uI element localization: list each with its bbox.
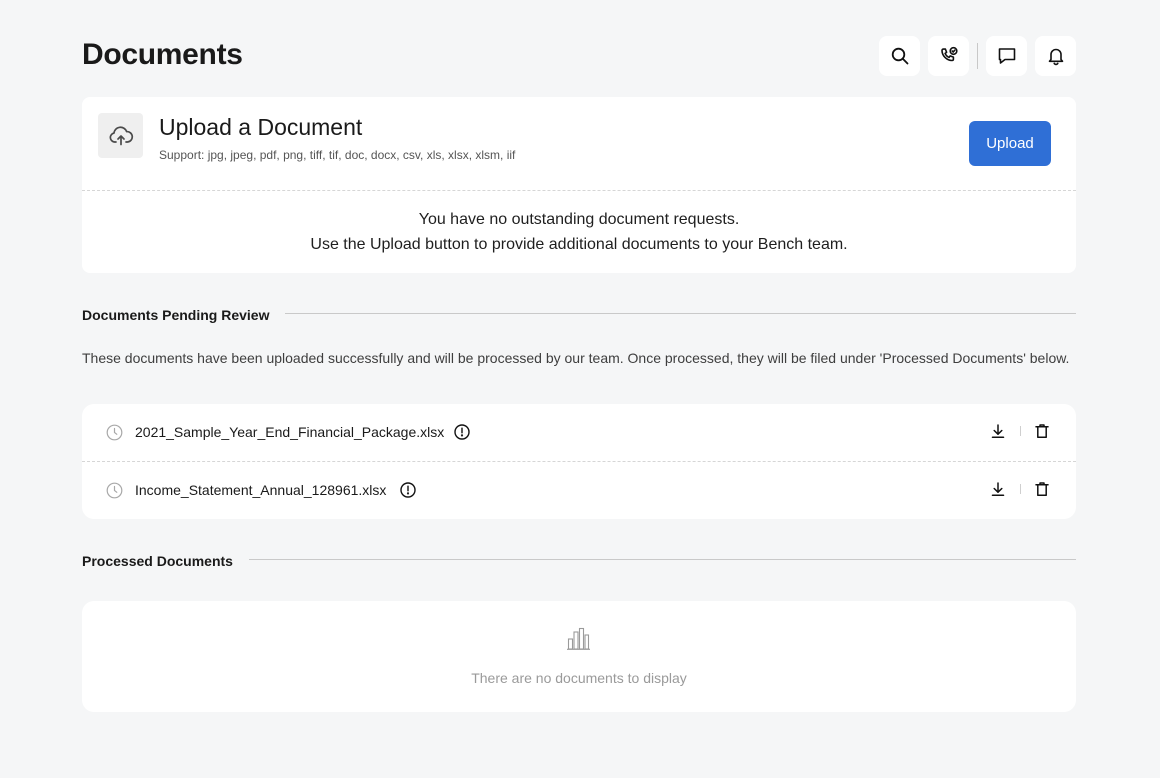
upload-header: Upload a Document Support: jpg, jpeg, pd…: [82, 97, 1076, 191]
header-divider: [977, 43, 978, 69]
clock-icon: [106, 424, 123, 441]
upload-message: You have no outstanding document request…: [82, 207, 1076, 257]
processed-empty-state: There are no documents to display: [82, 601, 1076, 712]
phone-call-icon: [940, 46, 958, 62]
page-title: Documents: [82, 38, 243, 71]
processed-section-rule: [245, 559, 1076, 560]
upload-message-line2: Use the Upload button to provide additio…: [310, 236, 848, 253]
empty-state-text: There are no documents to display: [471, 670, 687, 686]
row-actions: [990, 423, 1050, 439]
pending-section-rule: [282, 313, 1076, 314]
search-button[interactable]: [879, 36, 920, 76]
upload-message-line1: You have no outstanding document request…: [418, 211, 740, 228]
bell-icon: [1048, 48, 1063, 66]
download-icon[interactable]: [990, 481, 1006, 497]
bar-chart-icon: [567, 627, 590, 650]
row-actions: [990, 481, 1050, 497]
pending-files-list: 2021_Sample_Year_End_Financial_Package.x…: [82, 404, 1076, 519]
upload-icon-box: [98, 113, 143, 158]
upload-button[interactable]: Upload: [969, 121, 1051, 166]
chat-icon: [998, 48, 1015, 64]
list-item: 2021_Sample_Year_End_Financial_Package.x…: [82, 404, 1076, 461]
file-name[interactable]: Income_Statement_Annual_128961.xlsx: [135, 481, 386, 499]
download-icon[interactable]: [990, 423, 1006, 439]
trash-icon[interactable]: [1034, 481, 1050, 497]
call-button[interactable]: [928, 36, 969, 76]
upload-title: Upload a Document: [159, 114, 363, 140]
trash-icon[interactable]: [1034, 423, 1050, 439]
upload-divider: [82, 190, 1076, 191]
notifications-button[interactable]: [1035, 36, 1076, 76]
upload-support-formats: Support: jpg, jpeg, pdf, png, tiff, tif,…: [159, 148, 516, 162]
actions-separator: [1020, 426, 1021, 436]
pending-section-title: Documents Pending Review: [82, 306, 286, 324]
upload-card: Upload a Document Support: jpg, jpeg, pd…: [82, 97, 1076, 273]
info-icon[interactable]: [454, 424, 470, 440]
cloud-upload-icon: [109, 125, 133, 145]
pending-description: These documents have been uploaded succe…: [82, 350, 1070, 366]
chat-button[interactable]: [986, 36, 1027, 76]
list-item: Income_Statement_Annual_128961.xlsx: [82, 462, 1076, 519]
info-icon[interactable]: [400, 482, 416, 498]
actions-separator: [1020, 484, 1021, 494]
search-icon: [891, 47, 908, 65]
file-name[interactable]: 2021_Sample_Year_End_Financial_Package.x…: [135, 423, 444, 441]
top-actions: [879, 36, 1076, 76]
processed-section-title: Processed Documents: [82, 552, 249, 570]
page-header: Documents: [82, 36, 1076, 76]
clock-icon: [106, 482, 123, 499]
